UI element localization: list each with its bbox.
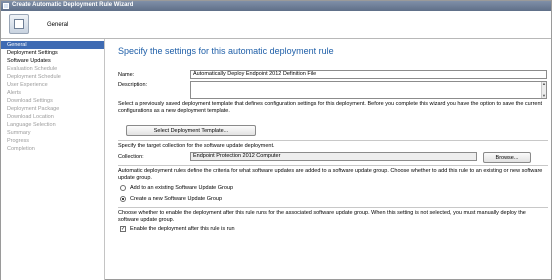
- sidebar-item-summary: Summary: [7, 130, 31, 136]
- description-field[interactable]: [190, 81, 547, 99]
- sidebar-item-software-updates[interactable]: Software Updates: [5, 57, 103, 65]
- scroll-down-icon[interactable]: ▼: [542, 94, 546, 98]
- scroll-up-icon[interactable]: ▲: [542, 82, 546, 86]
- sidebar-item-evaluation-schedule: Evaluation Schedule: [7, 66, 58, 72]
- wizard-header: General: [1, 11, 551, 39]
- sidebar-item-deployment-settings[interactable]: Deployment Settings: [5, 49, 103, 57]
- description-label: Description:: [118, 82, 148, 88]
- select-template-button[interactable]: Select Deployment Template...: [126, 125, 256, 136]
- collection-label: Collection:: [118, 154, 144, 160]
- sidebar-item-completion: Completion: [7, 146, 35, 152]
- wizard-page-icon: [9, 14, 29, 34]
- sidebar-item-download-settings: Download Settings: [7, 98, 53, 104]
- radio-new-group[interactable]: [120, 196, 126, 202]
- sidebar-item-user-experience: User Experience: [7, 82, 48, 88]
- browse-button[interactable]: Browse...: [483, 152, 531, 163]
- template-description: Select a previously saved deployment tem…: [118, 101, 543, 114]
- name-field[interactable]: Automatically Deploy Endpoint 2012 Defin…: [190, 70, 547, 79]
- sidebar-item-general[interactable]: General: [1, 41, 104, 49]
- section-divider: [118, 140, 548, 141]
- radio-new-label[interactable]: Create a new Software Update Group: [130, 196, 222, 202]
- enable-description: Choose whether to enable the deployment …: [118, 210, 526, 223]
- name-label: Name:: [118, 72, 135, 78]
- window-title: Create Automatic Deployment Rule Wizard: [12, 2, 134, 8]
- sidebar-item-deployment-schedule: Deployment Schedule: [7, 74, 61, 80]
- radio-existing-label[interactable]: Add to an existing Software Update Group: [130, 185, 233, 191]
- section-divider: [118, 165, 548, 166]
- target-description: Specify the target collection for the so…: [118, 143, 275, 149]
- wizard-window: Create Automatic Deployment Rule Wizard …: [0, 0, 552, 280]
- sidebar-item-alerts: Alerts: [7, 90, 22, 96]
- wizard-steps-sidebar: General Deployment Settings Software Upd…: [1, 39, 105, 280]
- wizard-content: Specify the settings for this automatic …: [106, 39, 551, 280]
- header-title: General: [47, 22, 69, 28]
- enable-deployment-checkbox[interactable]: ✓: [120, 226, 126, 232]
- description-scrollbar[interactable]: ▲ ▼: [541, 82, 546, 98]
- radio-existing-group[interactable]: [120, 185, 126, 191]
- title-bar: Create Automatic Deployment Rule Wizard: [1, 1, 551, 11]
- enable-deployment-label[interactable]: Enable the deployment after this rule is…: [130, 226, 235, 232]
- criteria-description: Automatic deployment rules define the cr…: [118, 168, 543, 181]
- collection-field: Endpoint Protection 2012 Computer: [190, 152, 477, 161]
- page-title: Specify the settings for this automatic …: [118, 46, 334, 56]
- sidebar-item-download-location: Download Location: [7, 114, 54, 120]
- sidebar-item-deployment-package: Deployment Package: [7, 106, 60, 112]
- wizard-app-icon: [3, 3, 9, 9]
- sidebar-item-progress: Progress: [7, 138, 30, 144]
- section-divider: [118, 207, 548, 208]
- sidebar-item-language-selection: Language Selection: [7, 122, 56, 128]
